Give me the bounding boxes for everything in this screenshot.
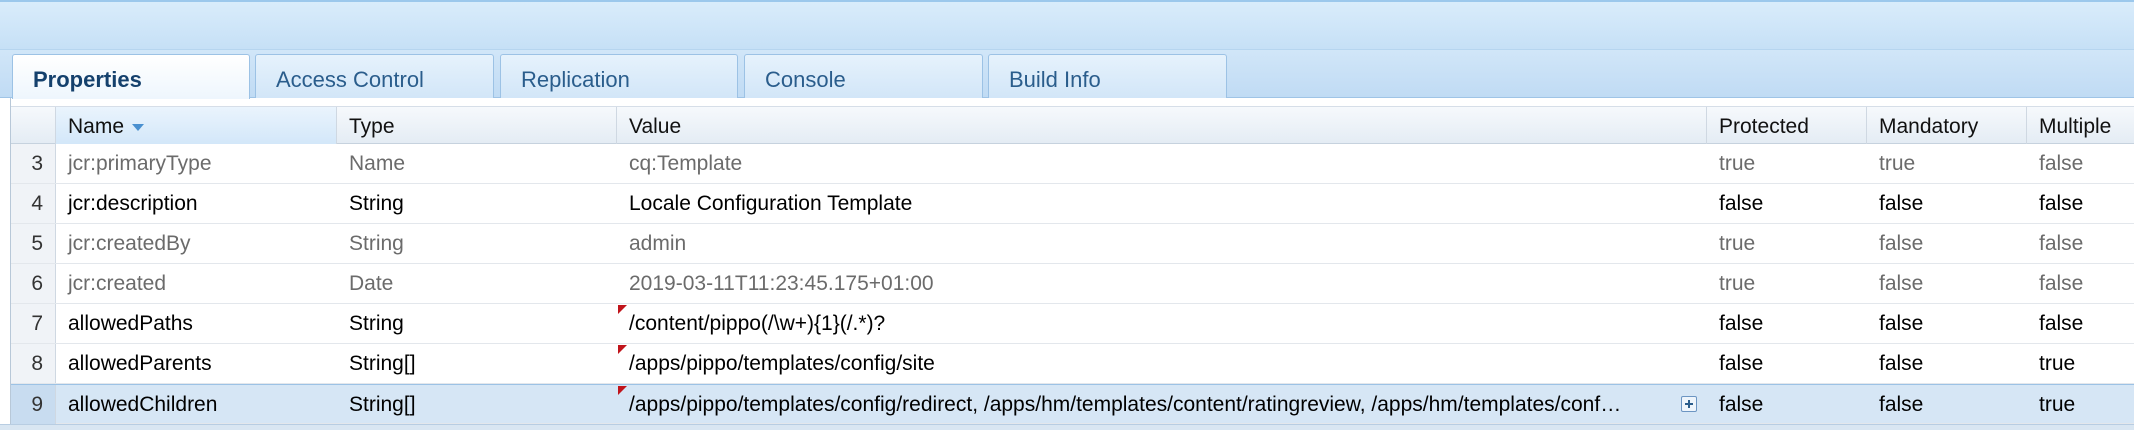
tab-build-info[interactable]: Build Info: [988, 54, 1227, 98]
table-row[interactable]: 7 allowedPaths String /content/pippo(/\w…: [11, 304, 2134, 344]
column-header-name-label: Name: [68, 115, 125, 138]
table-row[interactable]: 3 jcr:primaryType Name cq:Template true …: [11, 144, 2134, 184]
table-row[interactable]: 8 allowedParents String[] /apps/pippo/te…: [11, 344, 2134, 384]
property-name[interactable]: jcr:createdBy: [56, 224, 337, 263]
table-row[interactable]: 6 jcr:created Date 2019-03-11T11:23:45.1…: [11, 264, 2134, 304]
property-value[interactable]: Locale Configuration Template: [617, 184, 1707, 223]
property-mandatory: false: [1879, 232, 1924, 255]
tab-console[interactable]: Console: [744, 54, 983, 98]
expand-plus-icon[interactable]: [1681, 396, 1697, 412]
property-type[interactable]: Name: [337, 144, 617, 183]
tab-properties[interactable]: Properties: [12, 54, 250, 99]
property-type[interactable]: String[]: [337, 385, 617, 424]
property-multiple: true: [2039, 352, 2076, 375]
property-multiple: false: [2039, 272, 2084, 295]
row-number: 3: [11, 144, 56, 183]
table-row-selected[interactable]: 9 allowedChildren String[] /apps/pippo/t…: [11, 384, 2134, 424]
row-number: 7: [11, 304, 56, 343]
column-header-value[interactable]: Value: [617, 107, 1707, 144]
tab-access-control[interactable]: Access Control: [255, 54, 494, 98]
property-mandatory: false: [1879, 192, 1924, 215]
tab-strip: Properties Access Control Replication Co…: [0, 50, 2134, 99]
row-number: 6: [11, 264, 56, 303]
property-protected: true: [1719, 232, 1756, 255]
property-name[interactable]: allowedPaths: [56, 304, 337, 343]
row-number: 8: [11, 344, 56, 383]
property-type[interactable]: String: [337, 224, 617, 263]
property-name[interactable]: allowedChildren: [56, 385, 337, 424]
property-value-text: /content/pippo(/\w+){1}(/.*)?: [629, 312, 886, 335]
property-multiple: false: [2039, 192, 2084, 215]
property-protected: true: [1719, 152, 1756, 175]
property-protected: false: [1719, 393, 1764, 416]
property-mandatory: false: [1879, 393, 1924, 416]
property-value-text: /apps/pippo/templates/config/site: [629, 352, 935, 375]
sort-desc-icon[interactable]: [132, 123, 145, 131]
property-value[interactable]: cq:Template: [617, 144, 1707, 183]
property-name[interactable]: allowedParents: [56, 344, 337, 383]
table-row[interactable]: 4 jcr:description String Locale Configur…: [11, 184, 2134, 224]
properties-grid: Name Type Value Protected Mandatory Mult…: [10, 98, 2134, 430]
property-name[interactable]: jcr:created: [56, 264, 337, 303]
property-value[interactable]: /apps/pippo/templates/config/site: [617, 344, 1707, 383]
column-header-name[interactable]: Name: [56, 107, 337, 144]
property-value[interactable]: /content/pippo(/\w+){1}(/.*)?: [617, 304, 1707, 343]
panel-header-bar: [0, 0, 2134, 50]
row-number: 5: [11, 224, 56, 263]
property-type[interactable]: Date: [337, 264, 617, 303]
row-number-header: [11, 107, 56, 144]
tab-replication[interactable]: Replication: [500, 54, 738, 98]
property-multiple: false: [2039, 152, 2084, 175]
property-value[interactable]: 2019-03-11T11:23:45.175+01:00: [617, 264, 1707, 303]
property-multiple: true: [2039, 393, 2076, 416]
property-mandatory: false: [1879, 312, 1924, 335]
property-mandatory: true: [1879, 152, 1916, 175]
column-header-type[interactable]: Type: [337, 107, 617, 144]
property-mandatory: false: [1879, 272, 1924, 295]
property-protected: false: [1719, 312, 1764, 335]
property-value-text: /apps/pippo/templates/config/redirect, /…: [629, 393, 1622, 416]
property-protected: false: [1719, 192, 1764, 215]
property-type[interactable]: String[]: [337, 344, 617, 383]
property-type[interactable]: String: [337, 184, 617, 223]
property-value[interactable]: /apps/pippo/templates/config/redirect, /…: [617, 385, 1677, 424]
grid-header: Name Type Value Protected Mandatory Mult…: [11, 106, 2134, 144]
property-multiple: false: [2039, 312, 2084, 335]
property-type[interactable]: String: [337, 304, 617, 343]
property-protected: true: [1719, 272, 1756, 295]
horizontal-scrollbar[interactable]: [0, 424, 2134, 430]
property-mandatory: false: [1879, 352, 1924, 375]
column-header-protected[interactable]: Protected: [1707, 107, 1867, 144]
row-number: 9: [11, 385, 56, 424]
column-header-multiple[interactable]: Multiple: [2027, 107, 2134, 144]
row-number: 4: [11, 184, 56, 223]
property-value[interactable]: admin: [617, 224, 1707, 263]
property-name[interactable]: jcr:primaryType: [56, 144, 337, 183]
table-row[interactable]: 5 jcr:createdBy String admin true false …: [11, 224, 2134, 264]
property-multiple: false: [2039, 232, 2084, 255]
property-name[interactable]: jcr:description: [56, 184, 337, 223]
property-protected: false: [1719, 352, 1764, 375]
column-header-mandatory[interactable]: Mandatory: [1867, 107, 2027, 144]
